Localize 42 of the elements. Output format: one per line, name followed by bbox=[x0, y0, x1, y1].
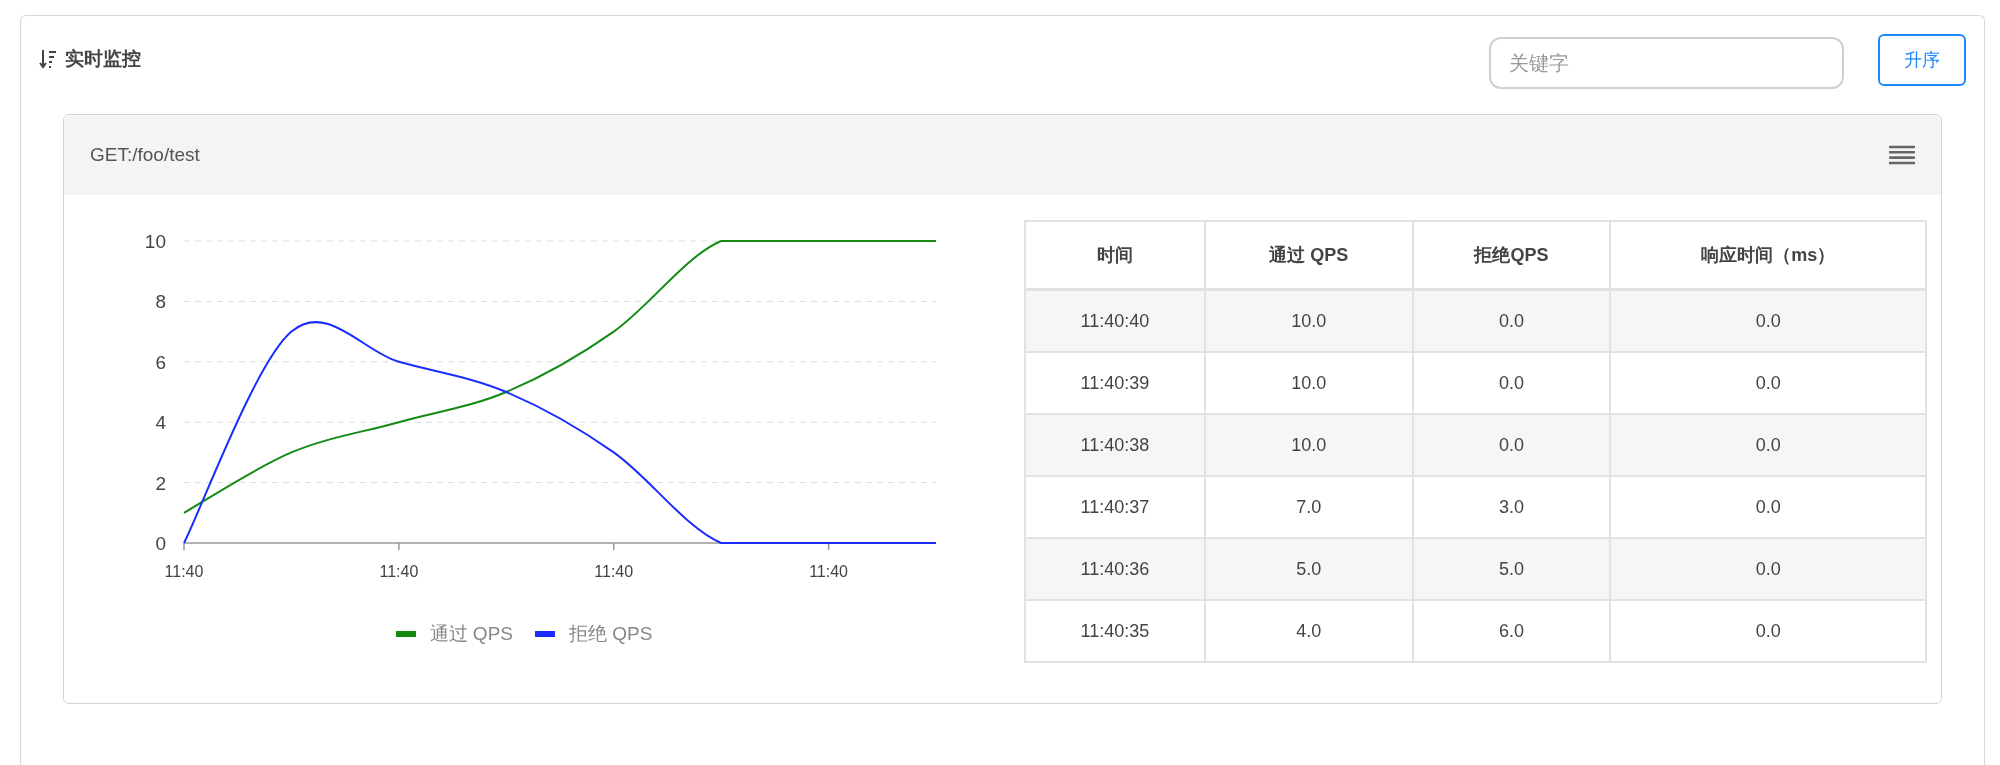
table-cell: 0.0 bbox=[1610, 600, 1926, 662]
y-axis-label: 10 bbox=[144, 231, 166, 252]
menu-icon[interactable] bbox=[1889, 144, 1915, 166]
y-axis-label: 2 bbox=[155, 472, 166, 494]
table-cell: 11:40:35 bbox=[1025, 600, 1205, 662]
y-axis-label: 0 bbox=[155, 533, 166, 554]
x-axis-label: 11:40 bbox=[164, 563, 204, 580]
table-cell: 10.0 bbox=[1204, 414, 1413, 476]
search-field[interactable]: 关键字 bbox=[1489, 37, 1844, 89]
table-cell: 3.0 bbox=[1412, 476, 1611, 538]
x-axis-label: 11:40 bbox=[379, 563, 419, 580]
table-cell: 0.0 bbox=[1412, 289, 1611, 352]
y-axis-label: 6 bbox=[155, 351, 166, 373]
table-cell: 11:40:37 bbox=[1025, 476, 1205, 538]
table-cell: 5.0 bbox=[1204, 538, 1413, 600]
table-cell: 10.0 bbox=[1204, 352, 1413, 414]
table-cell: 11:40:36 bbox=[1025, 538, 1205, 600]
table-cell: 0.0 bbox=[1412, 414, 1611, 476]
table-cell: 6.0 bbox=[1412, 600, 1611, 662]
panel-title: GET:/foo/test bbox=[90, 144, 200, 166]
sort-descending-icon bbox=[39, 49, 57, 69]
table-cell: 0.0 bbox=[1412, 352, 1611, 414]
table-cell: 10.0 bbox=[1204, 289, 1413, 352]
table-cell: 0.0 bbox=[1610, 414, 1926, 476]
table-cell: 4.0 bbox=[1204, 600, 1413, 662]
table-cell: 5.0 bbox=[1412, 538, 1611, 600]
section-title: 实时监控 bbox=[65, 47, 141, 71]
table-cell: 11:40:38 bbox=[1025, 414, 1205, 476]
legend-label[interactable]: 通过 QPS bbox=[429, 621, 513, 647]
table-cell: 7.0 bbox=[1204, 476, 1413, 538]
table-cell: 0.0 bbox=[1610, 352, 1926, 414]
y-axis-label: 8 bbox=[155, 291, 166, 313]
x-axis-label: 11:40 bbox=[594, 563, 634, 580]
sort-button[interactable]: 升序 bbox=[1878, 34, 1966, 86]
table-cell: 0.0 bbox=[1610, 289, 1926, 352]
table-cell: 11:40:39 bbox=[1025, 352, 1205, 414]
table-cell: 0.0 bbox=[1610, 476, 1926, 538]
y-axis-label: 4 bbox=[155, 412, 166, 434]
table-cell: 11:40:40 bbox=[1025, 289, 1205, 352]
x-axis-label: 11:40 bbox=[809, 563, 848, 580]
table-cell: 0.0 bbox=[1610, 538, 1926, 600]
legend-label[interactable]: 拒绝 QPS bbox=[569, 621, 653, 647]
